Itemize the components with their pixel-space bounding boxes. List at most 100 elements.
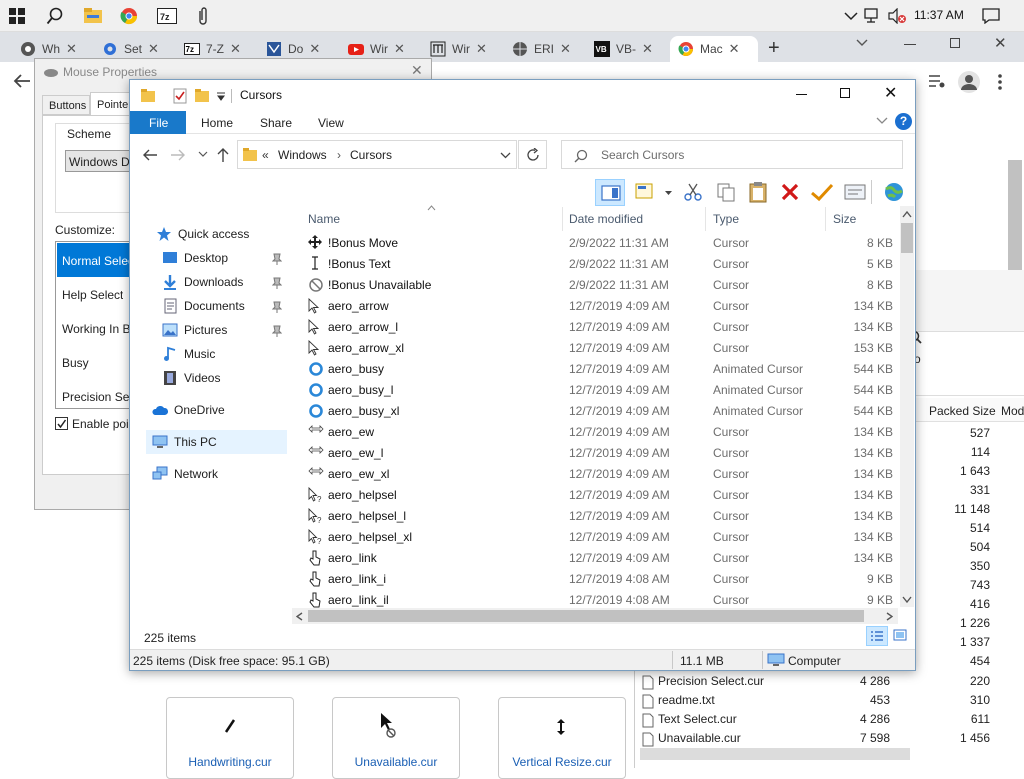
file-row[interactable]: aero_arrow 12/7/2019 4:09 AM Cursor 134 KB [300,295,895,316]
file-row[interactable]: ? aero_helpsel_xl 12/7/2019 4:09 AM Cursor 1… [300,526,895,547]
close-icon[interactable]: ✕ [230,41,241,57]
cut-icon[interactable] [683,182,703,202]
file-row[interactable]: !Bonus Text 2/9/2022 11:31 AM Cursor 5 KB [300,253,895,274]
pin-icon[interactable] [272,253,282,265]
list-item-help-select[interactable]: Help Select [62,288,123,302]
browser-maximize-button[interactable] [950,38,960,48]
file-row[interactable]: aero_arrow_l 12/7/2019 4:09 AM Cursor 134 K… [300,316,895,337]
file-row[interactable]: aero_link 12/7/2019 4:09 AM Cursor 134 KB [300,547,895,568]
file-row[interactable]: aero_busy_xl 12/7/2019 4:09 AM Animated Cu… [300,400,895,421]
ribbon-home-tab[interactable]: Home [201,116,233,130]
taskbar-7zip[interactable]: 7z [154,3,180,29]
help-button[interactable]: ? [895,113,912,130]
col-modified[interactable]: Mod [1001,404,1024,418]
breadcrumb-windows[interactable]: Windows [278,148,327,162]
nav-onedrive[interactable]: OneDrive [152,402,225,418]
pin-icon[interactable] [272,277,282,289]
search-box[interactable]: Search Cursors [561,140,903,169]
explorer-minimize-button[interactable] [796,94,807,95]
pin-icon[interactable] [272,301,282,313]
file-row[interactable]: ? aero_helpsel 12/7/2019 4:09 AM Cursor 134 … [300,484,895,505]
file-row[interactable]: aero_arrow_xl 12/7/2019 4:09 AM Cursor 153 … [300,337,895,358]
nav-documents[interactable]: Documents [162,298,245,314]
file-row[interactable]: !Bonus Unavailable 2/9/2022 11:31 AM Curso… [300,274,895,295]
taskbar-file-explorer[interactable] [80,3,106,29]
browser-tab-9[interactable]: Mac ✕ [670,36,758,62]
nav-music[interactable]: Music [162,346,215,362]
nav-quick-access[interactable]: Quick access [156,226,249,242]
page-scrollbar-thumb[interactable] [1008,160,1022,270]
pin-icon[interactable] [272,325,282,337]
layout-dropdown-chevron-icon[interactable] [664,190,673,196]
archive-row[interactable]: readme.txt 453 310 [640,692,1010,711]
vertical-scrollbar[interactable] [900,206,914,607]
up-arrow-icon[interactable] [216,147,230,163]
browser-menu-button[interactable] [997,73,1003,91]
explorer-maximize-button[interactable] [840,88,850,98]
paste-icon[interactable] [748,181,768,203]
ribbon-expand-chevron-icon[interactable] [876,117,888,125]
preview-pane-button[interactable] [595,179,625,206]
col-size[interactable]: Size [833,212,856,226]
scroll-left-arrow-icon[interactable] [296,612,303,621]
enable-shadow-checkbox[interactable] [55,417,68,430]
close-icon[interactable]: ✕ [476,41,487,57]
close-icon[interactable]: ✕ [560,41,571,57]
archive-row[interactable]: Unavailable.cur 7 598 1 456 [640,730,1010,749]
tab-buttons[interactable]: Buttons [42,95,90,115]
delete-icon[interactable] [780,182,800,202]
action-center-button[interactable] [978,3,1004,29]
nav-network[interactable]: Network [152,466,218,482]
list-item-precision[interactable]: Precision Sele [62,390,139,404]
search-button[interactable] [42,3,68,29]
file-row[interactable]: !Bonus Move 2/9/2022 11:31 AM Cursor 8 KB [300,232,895,253]
network-status[interactable] [860,3,886,29]
list-item-working[interactable]: Working In Ba [62,322,137,336]
address-bar[interactable]: « Windows › Cursors [237,140,517,169]
recent-locations-chevron-icon[interactable] [198,151,208,158]
customize-quick-access-icon[interactable] [216,92,226,102]
file-row[interactable]: aero_link_il 12/7/2019 4:08 AM Cursor 9 KB [300,589,895,608]
file-row[interactable]: aero_busy 12/7/2019 4:09 AM Animated Curso… [300,358,895,379]
taskbar-chrome[interactable] [116,3,142,29]
nav-pictures[interactable]: Pictures [162,322,227,338]
large-icons-view-button[interactable] [890,626,912,646]
layout-options-icon[interactable] [635,183,657,201]
new-folder-quick-icon[interactable] [194,88,210,104]
address-dropdown-chevron-icon[interactable] [500,152,511,159]
col-packed-size[interactable]: Packed Size [929,404,996,418]
file-row[interactable]: aero_busy_l 12/7/2019 4:09 AM Animated Cur… [300,379,895,400]
thumb-handwriting[interactable]: Handwriting.cur [166,697,294,779]
back-button[interactable] [12,72,32,90]
reading-list-button[interactable] [928,73,946,89]
taskbar-attachment[interactable] [190,3,216,29]
breadcrumb-cursors[interactable]: Cursors [350,148,392,162]
new-tab-button[interactable]: + [768,37,780,60]
col-divider[interactable] [825,207,826,231]
col-date[interactable]: Date modified [569,212,643,226]
clock[interactable]: 11:37 AM [914,8,964,22]
close-icon[interactable]: ✕ [148,41,159,57]
properties-icon[interactable] [844,184,866,200]
profile-button[interactable] [958,71,980,93]
nav-downloads[interactable]: Downloads [162,274,243,290]
col-type[interactable]: Type [713,212,739,226]
browser-close-button[interactable]: ✕ [994,34,1007,52]
breadcrumb-separator[interactable]: › [337,148,341,162]
archive-row[interactable]: Precision Select.cur 4 286 220 [640,673,1010,692]
browser-tab-6[interactable]: Wir ✕ [422,36,504,62]
browser-minimize-button[interactable] [904,44,916,45]
close-icon[interactable]: ✕ [309,41,320,57]
col-divider[interactable] [562,207,563,231]
col-divider[interactable] [705,207,706,231]
back-arrow-icon[interactable] [142,148,158,162]
file-row[interactable]: aero_link_i 12/7/2019 4:08 AM Cursor 9 KB [300,568,895,589]
tab-search-button[interactable] [856,38,868,48]
ribbon-share-tab[interactable]: Share [260,116,292,130]
scroll-right-arrow-icon[interactable] [886,612,893,621]
refresh-button[interactable] [518,140,547,169]
volume-status[interactable] [884,3,910,29]
ribbon-file-tab[interactable]: File [130,111,186,134]
col-name[interactable]: Name [308,212,340,226]
explorer-close-button[interactable]: ✕ [884,83,897,103]
